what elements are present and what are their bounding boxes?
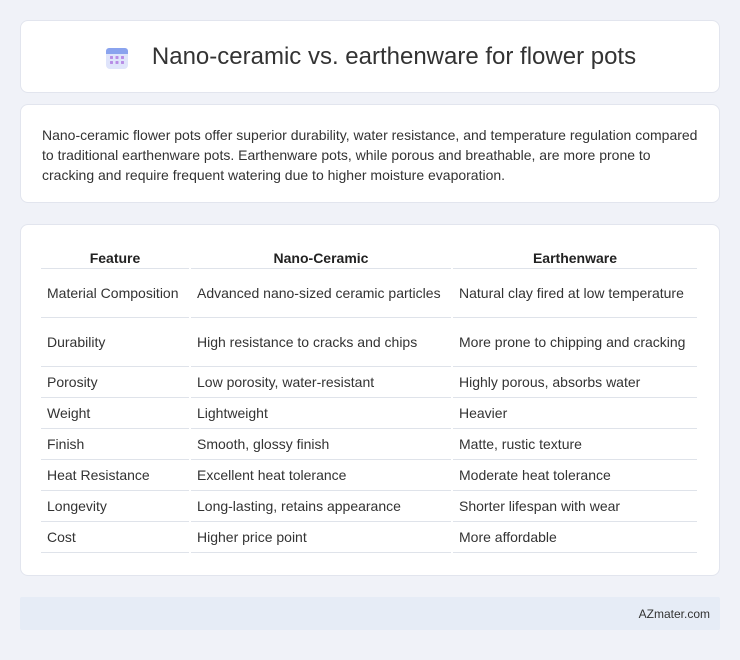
table-row: Cost Higher price point More affordable	[41, 522, 697, 553]
feature-cell: Cost	[41, 522, 189, 553]
table-header-row: Feature Nano-Ceramic Earthenware	[41, 245, 697, 269]
comparison-table: Feature Nano-Ceramic Earthenware Materia…	[39, 245, 699, 553]
feature-cell: Weight	[41, 398, 189, 429]
earthenware-cell: Matte, rustic texture	[453, 429, 697, 460]
table-row: Finish Smooth, glossy finish Matte, rust…	[41, 429, 697, 460]
earthenware-cell: Shorter lifespan with wear	[453, 491, 697, 522]
earthenware-cell: More affordable	[453, 522, 697, 553]
table-row: Material Composition Advanced nano-sized…	[41, 269, 697, 318]
title-card: Nano-ceramic vs. earthenware for flower …	[20, 20, 720, 93]
feature-cell: Longevity	[41, 491, 189, 522]
earthenware-cell: More prone to chipping and cracking	[453, 318, 697, 367]
page-title: Nano-ceramic vs. earthenware for flower …	[151, 42, 637, 70]
earthenware-cell: Moderate heat tolerance	[453, 460, 697, 491]
nano-ceramic-cell: Higher price point	[191, 522, 451, 553]
footer: AZmater.com	[20, 597, 720, 630]
header-feature: Feature	[41, 245, 189, 269]
table-row: Porosity Low porosity, water-resistant H…	[41, 367, 697, 398]
nano-ceramic-cell: Smooth, glossy finish	[191, 429, 451, 460]
table-row: Weight Lightweight Heavier	[41, 398, 697, 429]
table-row: Durability High resistance to cracks and…	[41, 318, 697, 367]
feature-cell: Porosity	[41, 367, 189, 398]
earthenware-cell: Heavier	[453, 398, 697, 429]
earthenware-cell: Natural clay fired at low temperature	[453, 269, 697, 318]
feature-cell: Material Composition	[41, 269, 189, 318]
calendar-icon	[105, 47, 128, 69]
summary-text: Nano-ceramic flower pots offer superior …	[42, 127, 698, 183]
nano-ceramic-cell: Excellent heat tolerance	[191, 460, 451, 491]
header-earthenware: Earthenware	[453, 245, 697, 269]
nano-ceramic-cell: High resistance to cracks and chips	[191, 318, 451, 367]
comparison-card: Feature Nano-Ceramic Earthenware Materia…	[20, 224, 720, 576]
feature-cell: Durability	[41, 318, 189, 367]
summary-card: Nano-ceramic flower pots offer superior …	[20, 104, 720, 203]
nano-ceramic-cell: Low porosity, water-resistant	[191, 367, 451, 398]
feature-cell: Finish	[41, 429, 189, 460]
nano-ceramic-cell: Advanced nano-sized ceramic particles	[191, 269, 451, 318]
feature-cell: Heat Resistance	[41, 460, 189, 491]
nano-ceramic-cell: Long-lasting, retains appearance	[191, 491, 451, 522]
header-nano-ceramic: Nano-Ceramic	[191, 245, 451, 269]
footer-site-name: AZmater.com	[638, 606, 710, 621]
nano-ceramic-cell: Lightweight	[191, 398, 451, 429]
earthenware-cell: Highly porous, absorbs water	[453, 367, 697, 398]
table-row: Heat Resistance Excellent heat tolerance…	[41, 460, 697, 491]
table-row: Longevity Long-lasting, retains appearan…	[41, 491, 697, 522]
